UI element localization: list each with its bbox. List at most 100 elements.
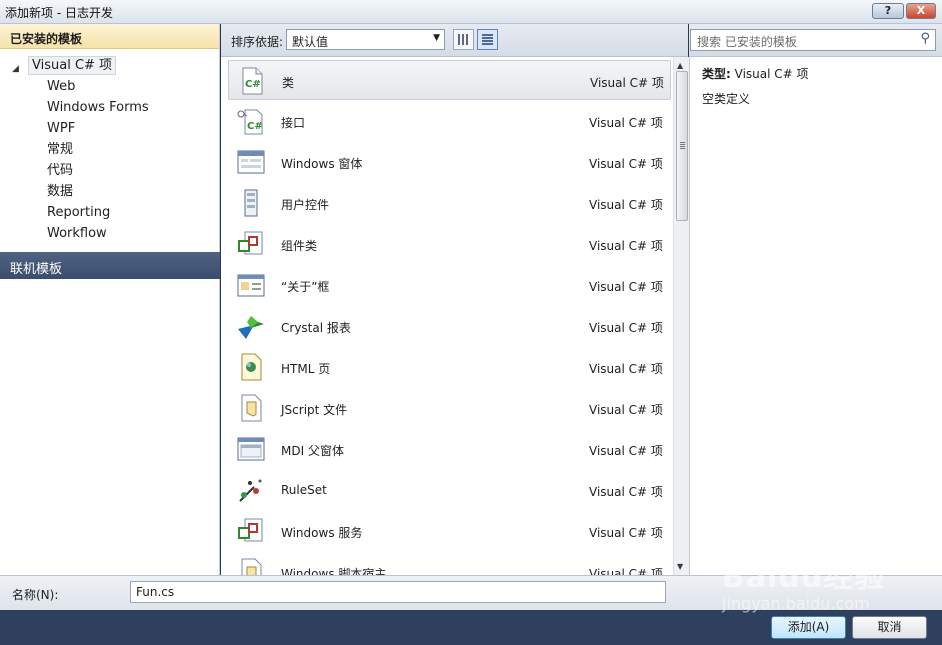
windows-form-icon	[237, 150, 265, 174]
installed-templates-header[interactable]: 已安装的模板	[0, 24, 219, 49]
list-scrollbar[interactable]: ▲ ▼	[673, 57, 689, 575]
name-label: 名称(N):	[12, 588, 59, 602]
template-row[interactable]: C# 类 Visual C# 项	[228, 60, 671, 100]
component-class-icon	[238, 231, 263, 255]
list-view-icon	[482, 34, 493, 45]
template-row[interactable]: RuleSet Visual C# 项	[228, 470, 671, 510]
template-category: Visual C# 项	[589, 403, 663, 417]
windows-service-icon	[238, 518, 263, 542]
tree-item-wpf[interactable]: WPF	[0, 118, 219, 139]
close-button[interactable]: X	[906, 3, 936, 19]
crystal-report-icon	[238, 316, 264, 339]
mdi-form-icon	[237, 437, 265, 461]
sort-dropdown[interactable]: 默认值 ▼	[286, 29, 445, 50]
tree-root-visual-csharp[interactable]: ◢ Visual C# 项	[0, 55, 219, 76]
template-row[interactable]: 组件类 Visual C# 项	[228, 224, 671, 264]
template-category: Visual C# 项	[589, 321, 663, 335]
search-area: 搜索 已安装的模板 ⚲	[689, 24, 942, 57]
template-row[interactable]: C# 接口 Visual C# 项	[228, 101, 671, 141]
online-templates-header[interactable]: 联机模板	[0, 252, 220, 279]
details-view-button[interactable]	[477, 29, 498, 50]
sort-label: 排序依据:	[231, 35, 284, 49]
cancel-button[interactable]: 取消	[852, 616, 927, 639]
script-host-icon	[241, 558, 262, 575]
tree-item-data[interactable]: 数据	[0, 181, 219, 202]
scroll-up-icon[interactable]: ▲	[677, 61, 683, 70]
template-name: “关于”框	[281, 280, 330, 294]
ruleset-icon	[239, 479, 262, 502]
template-name: Crystal 报表	[281, 321, 351, 335]
tree-item-web[interactable]: Web	[0, 76, 219, 97]
template-row[interactable]: Windows 脚本宿主 Visual C# 项	[228, 552, 671, 575]
template-row[interactable]: 用户控件 Visual C# 项	[228, 183, 671, 223]
details-pane: 类型: Visual C# 项 空类定义	[689, 57, 942, 575]
svg-text:C#: C#	[247, 121, 263, 132]
tree-item-general[interactable]: 常规	[0, 139, 219, 160]
template-category: Visual C# 项	[589, 526, 663, 540]
user-control-icon	[244, 189, 258, 217]
template-row[interactable]: “关于”框 Visual C# 项	[228, 265, 671, 305]
template-category: Visual C# 项	[589, 198, 663, 212]
about-box-icon	[237, 274, 265, 297]
template-category: Visual C# 项	[589, 280, 663, 294]
search-placeholder: 搜索 已安装的模板	[697, 35, 797, 49]
tree-item-code[interactable]: 代码	[0, 160, 219, 181]
jscript-file-icon	[241, 394, 262, 422]
scroll-down-icon[interactable]: ▼	[677, 562, 683, 571]
type-value: Visual C# 项	[734, 67, 809, 81]
template-category: Visual C# 项	[589, 157, 663, 171]
type-label: 类型:	[702, 67, 731, 81]
help-button[interactable]: ?	[872, 3, 904, 19]
scroll-thumb[interactable]	[676, 71, 688, 221]
template-name: 组件类	[281, 239, 318, 253]
template-row[interactable]: MDI 父窗体 Visual C# 项	[228, 429, 671, 469]
class-file-icon: C#	[242, 67, 263, 95]
template-description: 空类定义	[702, 92, 751, 106]
template-row[interactable]: Windows 窗体 Visual C# 项	[228, 142, 671, 182]
button-bar: 添加(A) 取消	[0, 610, 942, 645]
chevron-down-icon: ▼	[433, 33, 440, 43]
template-category: Visual C# 项	[589, 444, 663, 458]
template-name: 接口	[281, 116, 306, 130]
template-category-pane: 已安装的模板 ◢ Visual C# 项 Web Windows Forms W…	[0, 24, 220, 575]
template-name: Windows 服务	[281, 526, 363, 540]
name-bar: 名称(N): Fun.cs	[0, 575, 942, 610]
template-row[interactable]: Crystal 报表 Visual C# 项	[228, 306, 671, 346]
add-button[interactable]: 添加(A)	[771, 616, 846, 639]
svg-text:C#: C#	[245, 79, 261, 90]
expand-arrow-icon[interactable]: ◢	[12, 59, 19, 80]
template-name: HTML 页	[281, 362, 331, 376]
list-toolbar: 排序依据: 默认值 ▼	[221, 24, 688, 57]
template-category: Visual C# 项	[589, 362, 663, 376]
template-row[interactable]: Windows 服务 Visual C# 项	[228, 511, 671, 551]
title-bar: 添加新项 - 日志开发 ? X	[0, 0, 942, 24]
template-name: JScript 文件	[281, 403, 348, 417]
template-name: 用户控件	[281, 198, 330, 212]
interface-file-icon: C#	[237, 109, 263, 135]
html-page-icon	[241, 353, 262, 381]
template-category: Visual C# 项	[589, 567, 663, 575]
search-icon[interactable]: ⚲	[920, 31, 930, 46]
template-name: RuleSet	[281, 483, 327, 497]
template-category: Visual C# 项	[589, 239, 663, 253]
template-name: 类	[282, 76, 295, 90]
search-input[interactable]: 搜索 已安装的模板 ⚲	[690, 29, 936, 51]
grip-icon	[680, 142, 685, 149]
tree-item-windows-forms[interactable]: Windows Forms	[0, 97, 219, 118]
small-icons-view-button[interactable]	[453, 29, 474, 50]
template-row[interactable]: JScript 文件 Visual C# 项	[228, 388, 671, 428]
template-row[interactable]: HTML 页 Visual C# 项	[228, 347, 671, 387]
template-name: Windows 窗体	[281, 157, 363, 171]
window-title: 添加新项 - 日志开发	[5, 6, 113, 20]
name-field[interactable]: Fun.cs	[130, 581, 666, 603]
tree-item-workflow[interactable]: Workflow	[0, 223, 219, 244]
template-name: MDI 父窗体	[281, 444, 344, 458]
type-line: 类型: Visual C# 项	[702, 65, 809, 82]
category-tree: ◢ Visual C# 项 Web Windows Forms WPF 常规 代…	[0, 49, 219, 244]
tree-item-reporting[interactable]: Reporting	[0, 202, 219, 223]
template-list: C# 类 Visual C# 项 C# 接口 Visual C# 项 Windo…	[221, 57, 673, 575]
template-category: Visual C# 项	[590, 76, 664, 90]
grid-view-icon	[458, 34, 469, 45]
template-category: Visual C# 项	[589, 116, 663, 130]
sort-value: 默认值	[292, 35, 329, 49]
